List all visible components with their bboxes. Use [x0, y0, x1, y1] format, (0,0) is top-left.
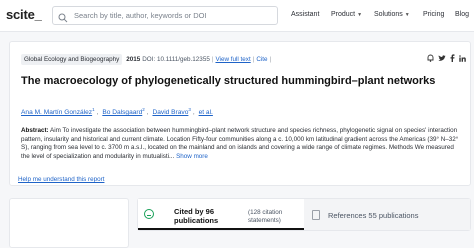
- divider: |: [269, 56, 272, 63]
- author-separator: ,: [146, 109, 149, 117]
- share-icons: [427, 54, 466, 64]
- search-box[interactable]: [52, 6, 278, 25]
- view-full-text-link[interactable]: View full text: [215, 56, 250, 63]
- divider: |: [252, 56, 255, 63]
- abstract-label: Abstract:: [21, 127, 49, 134]
- twitter-icon[interactable]: [438, 54, 446, 64]
- citation-quote-icon: [144, 209, 154, 219]
- author-separator: ,: [96, 109, 99, 117]
- chevron-down-icon: ▼: [357, 12, 363, 18]
- help-understand-link[interactable]: Help me understand this report: [18, 176, 104, 183]
- paper-title: The macroecology of phylogenetically str…: [21, 75, 436, 87]
- chevron-down-icon: ▼: [404, 12, 410, 18]
- search-input[interactable]: [74, 11, 274, 20]
- author-separator: ,: [192, 109, 195, 117]
- nav-pricing[interactable]: Pricing: [423, 11, 444, 18]
- show-more-link[interactable]: Show more: [176, 153, 208, 160]
- author-link[interactable]: David Bravo: [152, 109, 188, 116]
- tab-cited-by[interactable]: Cited by 96 publications (128 citation s…: [138, 199, 304, 230]
- references-label: References 55 publications: [328, 211, 419, 220]
- author-link[interactable]: Bo Dalsgaard: [102, 109, 142, 116]
- linkedin-icon[interactable]: [459, 54, 466, 64]
- et-al-link[interactable]: et al.: [199, 109, 213, 116]
- author-list: Ana M. Martín González1, Bo Dalsgaard2, …: [21, 107, 213, 116]
- search-icon: [58, 10, 70, 22]
- nav-solutions[interactable]: Solutions ▼: [374, 11, 410, 18]
- nav-product[interactable]: Product ▼: [331, 11, 362, 18]
- citation-statements-count: (128 citation statements): [248, 209, 283, 224]
- nav-blog[interactable]: Blog: [455, 11, 469, 18]
- nav-assistant[interactable]: Assistant: [291, 11, 319, 18]
- author-affiliation-number: 3: [188, 107, 191, 112]
- doi-text: DOI: 10.1111/geb.12355: [142, 56, 210, 63]
- facebook-icon[interactable]: [450, 54, 455, 64]
- divider: |: [211, 56, 214, 63]
- book-icon: [312, 210, 320, 220]
- abstract-text: Aim To investigate the association betwe…: [21, 127, 459, 160]
- scite-logo[interactable]: scite_: [6, 7, 42, 22]
- tab-references[interactable]: References 55 publications: [304, 199, 470, 230]
- nav-product-label: Product: [331, 11, 356, 18]
- top-navigation-bar: scite_ Assistant Product▼ Solutions▼ Pri…: [0, 0, 474, 32]
- journal-badge[interactable]: Global Ecology and Biogeography: [21, 54, 123, 65]
- paper-card: Global Ecology and Biogeography 2015 DOI…: [9, 41, 471, 186]
- author-affiliation-number: 2: [142, 107, 145, 112]
- publication-year: 2015: [126, 56, 141, 63]
- citation-tabs: Cited by 96 publications (128 citation s…: [137, 198, 471, 231]
- abstract: Abstract: Aim To investigate the associa…: [21, 127, 461, 161]
- paper-meta: Global Ecology and Biogeography 2015 DOI…: [21, 54, 273, 65]
- author-link[interactable]: Ana M. Martín González: [21, 109, 92, 116]
- author-affiliation-number: 1: [92, 107, 95, 112]
- cite-link[interactable]: Cite: [256, 56, 267, 63]
- cited-by-label: Cited by 96 publications: [174, 207, 219, 225]
- bell-icon[interactable]: [427, 54, 434, 64]
- nav-solutions-label: Solutions: [374, 11, 403, 18]
- side-panel: [9, 198, 129, 248]
